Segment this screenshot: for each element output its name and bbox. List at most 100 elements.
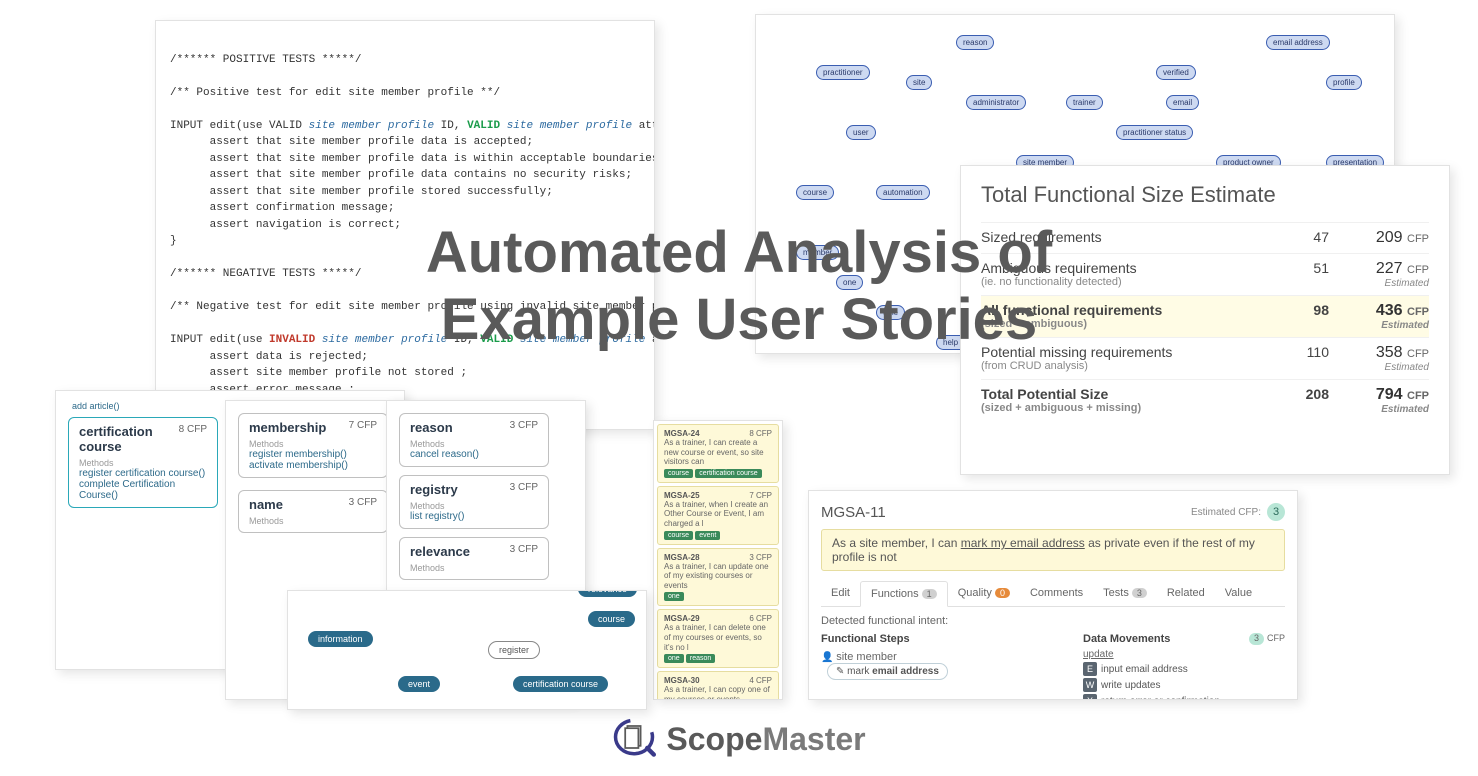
story-card[interactable]: 7 CFPMGSA-25As a trainer, when I create …	[657, 486, 779, 545]
tab-tests[interactable]: Tests3	[1093, 581, 1157, 606]
entity-cfp: 3 CFP	[510, 544, 538, 555]
graph-node[interactable]: one	[836, 275, 863, 290]
story-text: As a trainer, I can create a new course …	[664, 438, 772, 467]
estimate-estimated: Estimated	[1329, 362, 1429, 373]
tab-value[interactable]: Value	[1215, 581, 1262, 606]
entity-cfp: 3 CFP	[510, 482, 538, 493]
code-comment: /** Positive test for edit site member p…	[170, 87, 500, 99]
logo: ScopeMaster	[0, 715, 1478, 764]
estimate-label: All functional requirements	[981, 302, 1279, 318]
story-card[interactable]: 4 CFPMGSA-30As a trainer, I can copy one…	[657, 671, 779, 700]
entity-card[interactable]: 3 CFPreasonMethodscancel reason()	[399, 413, 549, 467]
story-tag: course	[664, 531, 693, 540]
graph-node[interactable]: relevance	[578, 590, 637, 597]
entity-method[interactable]: list registry()	[410, 511, 538, 522]
code-comment: /** Negative test for edit site member p…	[170, 301, 655, 313]
dm-update: update	[1083, 649, 1285, 660]
estimated-cfp-badge: 3	[1267, 503, 1285, 521]
estimate-estimated: Estimated	[1329, 278, 1429, 289]
estimate-cfp: 794	[1376, 386, 1403, 403]
estimate-label: Sized requirements	[981, 229, 1279, 245]
data-movement: Wwrite updates	[1083, 678, 1285, 692]
graph-node[interactable]: practitioner	[816, 65, 870, 80]
entity-method[interactable]: register certification course()	[79, 468, 207, 479]
graph-node[interactable]: information	[308, 631, 373, 647]
entity-card[interactable]: 8 CFPcertification courseMethodsregister…	[68, 417, 218, 508]
graph-node[interactable]: certification course	[513, 676, 608, 692]
story-card[interactable]: 3 CFPMGSA-28As a trainer, I can update o…	[657, 548, 779, 607]
graph-node[interactable]: automation	[876, 185, 930, 200]
story-list-pane: 8 CFPMGSA-24As a trainer, I can create a…	[653, 420, 783, 700]
entity-card[interactable]: 3 CFPrelevanceMethods	[399, 537, 549, 580]
dm-badge: W	[1083, 678, 1097, 692]
entity-method[interactable]: complete Certification Course()	[79, 479, 207, 501]
graph-node[interactable]: event	[398, 676, 440, 692]
graph-node[interactable]: profile	[1326, 75, 1362, 90]
tab-quality[interactable]: Quality0	[948, 581, 1020, 606]
story-text: As a trainer, when I create an Other Cou…	[664, 500, 772, 529]
code-test-pane: /****** POSITIVE TESTS *****/ /** Positi…	[155, 20, 655, 430]
data-movement: Einput email address	[1083, 662, 1285, 676]
methods-label: Methods	[79, 458, 207, 468]
estimate-row: Sized requirements47209 CFP	[981, 222, 1429, 253]
entity-cfp: 3 CFP	[349, 497, 377, 508]
tab-functions[interactable]: Functions1	[860, 581, 948, 607]
data-movement: Xreturn error or confirmation	[1083, 694, 1285, 700]
graph-node[interactable]: time	[876, 305, 905, 320]
estimate-sublabel: (sized + ambiguous + missing)	[981, 402, 1279, 414]
estimate-row: Ambiguous requirements(ie. no functional…	[981, 253, 1429, 295]
estimate-cfp: 436	[1376, 302, 1403, 319]
estimate-cfp: 209	[1376, 229, 1403, 246]
graph-node[interactable]: member	[796, 245, 839, 260]
entity-method[interactable]: cancel reason()	[410, 449, 538, 460]
story-cfp: 8 CFP	[749, 429, 772, 438]
estimate-count: 208	[1279, 386, 1329, 402]
action-pill[interactable]: ✎ mark email address	[827, 663, 948, 680]
story-text: As a site member, I can mark my email ad…	[821, 529, 1285, 571]
data-movements-header: Data Movements	[1083, 633, 1246, 645]
logo-icon	[612, 715, 656, 764]
actor-name: site member	[836, 651, 897, 663]
functional-steps-header: Functional Steps	[821, 633, 1023, 645]
graph-node[interactable]: course	[588, 611, 635, 627]
entity-card[interactable]: 3 CFPnameMethods	[238, 490, 388, 533]
story-text: As a trainer, I can delete one of my cou…	[664, 623, 772, 652]
actor-icon: 👤	[821, 652, 836, 663]
tab-edit[interactable]: Edit	[821, 581, 860, 606]
estimate-label: Total Potential Size	[981, 386, 1279, 402]
graph-node[interactable]: course	[796, 185, 834, 200]
tab-related[interactable]: Related	[1157, 581, 1215, 606]
estimate-label: Ambiguous requirements	[981, 260, 1279, 276]
story-card[interactable]: 8 CFPMGSA-24As a trainer, I can create a…	[657, 424, 779, 483]
graph-node[interactable]: reason	[956, 35, 994, 50]
entity-card[interactable]: 7 CFPmembershipMethodsregister membershi…	[238, 413, 388, 478]
estimate-count: 98	[1279, 302, 1329, 318]
graph-node[interactable]: site	[906, 75, 932, 90]
story-text: As a trainer, I can copy one of my cours…	[664, 685, 772, 700]
graph-node[interactable]: register	[488, 641, 540, 659]
story-tag: reason	[686, 654, 715, 663]
graph-node[interactable]: administrator	[966, 95, 1026, 110]
entity-card[interactable]: 3 CFPregistryMethodslist registry()	[399, 475, 549, 529]
graph-node[interactable]: trainer	[1066, 95, 1103, 110]
graph-node[interactable]: email address	[1266, 35, 1330, 50]
graph-node[interactable]: email	[1166, 95, 1199, 110]
estimate-title: Total Functional Size Estimate	[981, 182, 1429, 208]
estimate-cfp: 358	[1376, 344, 1403, 361]
graph-node[interactable]: verified	[1156, 65, 1196, 80]
logo-text: ScopeMaster	[666, 721, 865, 758]
dm-badge: E	[1083, 662, 1097, 676]
code-comment: /****** POSITIVE TESTS *****/	[170, 54, 361, 66]
entity-cfp: 7 CFP	[349, 420, 377, 431]
detail-tabs: Edit Functions1 Quality0 Comments Tests3…	[821, 581, 1285, 607]
graph-node[interactable]: user	[846, 125, 876, 140]
entity-method[interactable]: register membership()	[249, 449, 377, 460]
methods-label: Methods	[410, 563, 538, 573]
methods-label: Methods	[410, 501, 538, 511]
methods-label: Methods	[249, 516, 377, 526]
story-card[interactable]: 6 CFPMGSA-29As a trainer, I can delete o…	[657, 609, 779, 668]
graph-node[interactable]: practitioner status	[1116, 125, 1193, 140]
entity-method[interactable]: activate membership()	[249, 460, 377, 471]
story-cfp: 3 CFP	[749, 553, 772, 562]
tab-comments[interactable]: Comments	[1020, 581, 1093, 606]
